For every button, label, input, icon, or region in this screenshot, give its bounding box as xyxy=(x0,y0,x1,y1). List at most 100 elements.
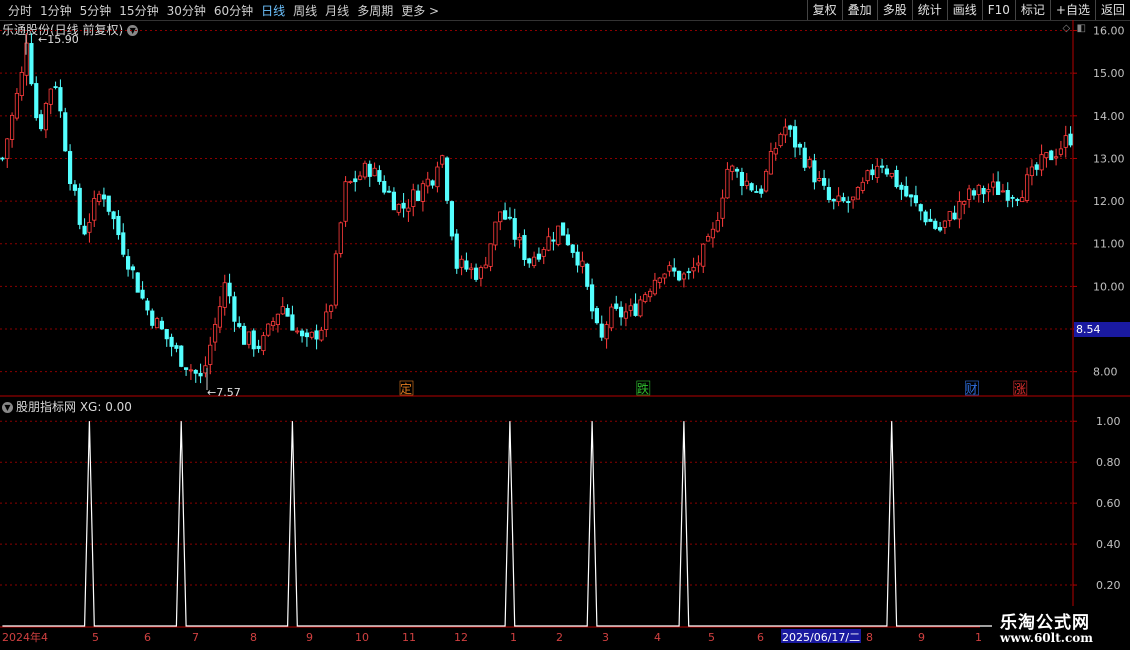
candle-body xyxy=(241,325,247,345)
candle-body xyxy=(908,194,914,198)
candle-body xyxy=(870,169,875,176)
candle-body xyxy=(962,201,967,205)
candle-body xyxy=(991,181,996,188)
candle-body xyxy=(657,277,662,283)
candle-body xyxy=(643,294,648,302)
candle-body xyxy=(111,211,116,220)
candle-body xyxy=(918,204,923,212)
candle-body xyxy=(188,369,194,372)
candle-body xyxy=(976,184,981,195)
candle-body xyxy=(749,183,754,191)
candle-body xyxy=(952,212,957,220)
candle-body xyxy=(846,201,851,203)
candle-body xyxy=(797,143,803,148)
candle-body xyxy=(9,114,15,140)
candle-body xyxy=(164,329,169,340)
candle-body xyxy=(725,168,730,199)
indicator-y-tick-label: 0.80 xyxy=(1096,456,1121,469)
date-axis-label: 2 xyxy=(556,631,563,644)
candle-body xyxy=(106,195,111,212)
current-price-tag: 8.54 xyxy=(1074,322,1130,337)
event-marker-label: 定 xyxy=(400,381,412,396)
candle-body xyxy=(295,330,300,333)
candle-body xyxy=(894,169,899,188)
candle-body xyxy=(710,228,716,239)
candle-body xyxy=(899,184,904,190)
candle-body xyxy=(802,147,807,168)
candle-body xyxy=(377,170,382,182)
candle-body xyxy=(1024,174,1030,201)
candle-body xyxy=(121,232,126,255)
candle-body xyxy=(34,83,39,119)
candle-body xyxy=(560,222,566,236)
candle-body xyxy=(348,181,353,183)
candle-body xyxy=(67,151,73,185)
candle-body xyxy=(826,187,832,200)
candle-body xyxy=(841,197,846,202)
candle-body xyxy=(672,267,677,272)
candle-body xyxy=(304,332,310,338)
candle-body xyxy=(430,180,435,186)
candle-body xyxy=(623,311,629,319)
candle-body xyxy=(58,87,63,112)
candle-body xyxy=(328,305,334,312)
candle-body xyxy=(435,166,440,188)
candle-body xyxy=(1015,198,1020,201)
indicator-y-tick-label: 0.40 xyxy=(1096,538,1121,551)
candle-body xyxy=(831,198,836,202)
candle-body xyxy=(5,138,10,160)
candle-body xyxy=(1000,190,1006,193)
candle-body xyxy=(154,318,160,329)
candle-body xyxy=(942,220,948,228)
candle-body xyxy=(768,151,774,175)
candle-body xyxy=(923,211,928,223)
candle-body xyxy=(933,220,938,229)
candle-body xyxy=(232,296,237,322)
candle-body xyxy=(763,170,769,192)
candle-body xyxy=(130,266,136,271)
candle-body xyxy=(546,236,551,251)
candle-body xyxy=(256,345,261,349)
candle-body xyxy=(522,235,527,260)
candle-body xyxy=(681,273,687,280)
candle-body xyxy=(618,306,624,318)
candle-body xyxy=(270,321,276,327)
candle-body xyxy=(904,185,909,197)
candle-body xyxy=(788,125,793,130)
candle-body xyxy=(24,42,29,76)
candle-body xyxy=(464,260,469,270)
date-axis-label: 8 xyxy=(866,631,873,644)
candle-body xyxy=(957,201,962,220)
candle-body xyxy=(860,181,865,191)
candle-body xyxy=(1034,164,1039,170)
candle-body xyxy=(135,272,140,293)
kline-chart[interactable]: 8.009.0010.0011.0012.0013.0014.0015.0016… xyxy=(0,0,1130,650)
candle-body xyxy=(1029,166,1035,177)
candle-body xyxy=(406,207,411,212)
indicator-y-tick-label: 0.60 xyxy=(1096,497,1121,510)
candle-body xyxy=(947,211,952,221)
candle-body xyxy=(217,306,223,328)
date-axis-label: 2024年4 xyxy=(2,630,48,644)
candle-body xyxy=(594,308,600,324)
candle-body xyxy=(778,133,783,147)
candle-body xyxy=(585,263,590,287)
candle-body xyxy=(251,330,256,350)
candle-body xyxy=(531,256,537,267)
date-axis-label: 5 xyxy=(92,631,99,644)
date-axis-label: 7 xyxy=(192,631,199,644)
candle-body xyxy=(411,189,416,207)
candle-body xyxy=(1058,148,1064,155)
chevron-down-icon[interactable]: ▼ xyxy=(2,402,13,413)
candle-body xyxy=(744,180,749,186)
candle-body xyxy=(807,159,812,168)
event-marker-label: 财 xyxy=(966,382,978,396)
candle-body xyxy=(889,172,894,177)
candle-body xyxy=(1044,152,1049,159)
candle-body xyxy=(1063,135,1068,148)
candle-body xyxy=(309,331,314,338)
indicator-y-tick-label: 1.00 xyxy=(1096,415,1121,428)
candle-body xyxy=(208,344,213,365)
y-tick-label: 12.00 xyxy=(1093,195,1125,208)
candle-body xyxy=(319,329,324,341)
